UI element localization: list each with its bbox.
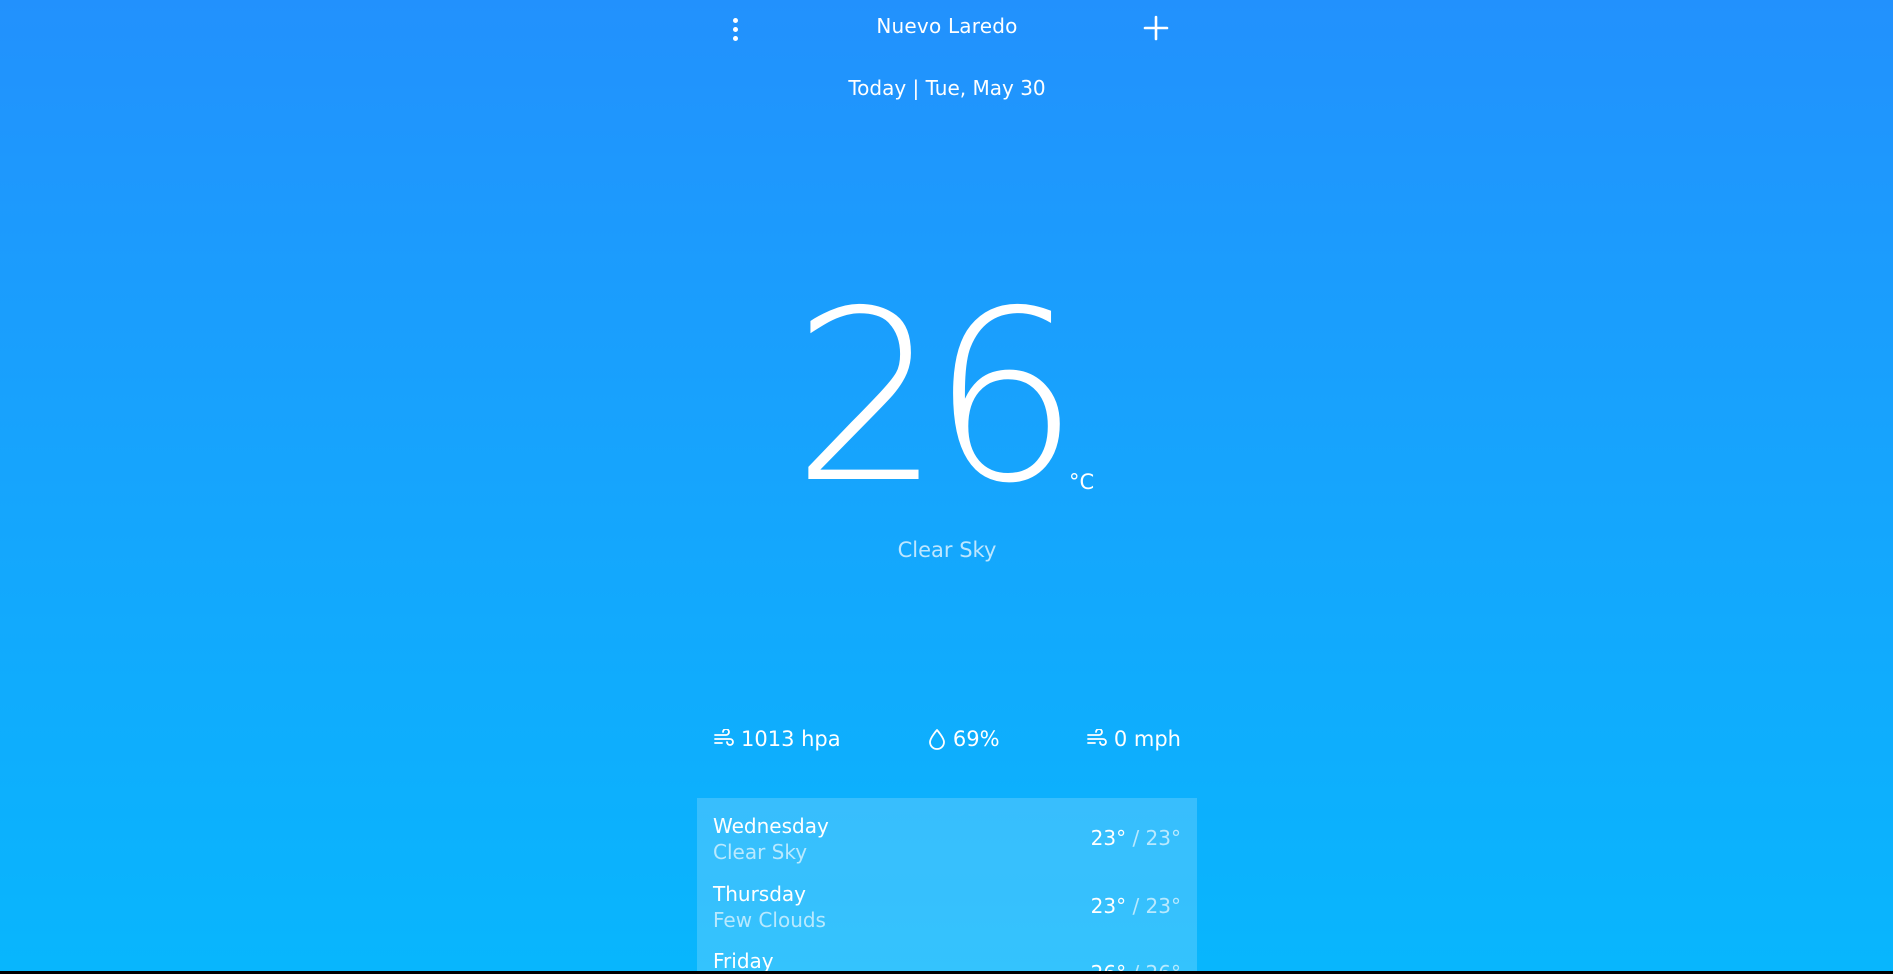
- forecast-low: 23°: [1145, 894, 1181, 918]
- forecast-day: Wednesday: [713, 814, 829, 838]
- stat-wind: 0 mph: [1086, 727, 1181, 751]
- temp-separator: /: [1126, 961, 1145, 971]
- stat-pressure: 1013 hpa: [713, 727, 841, 751]
- forecast-temps: 26° / 26°: [1091, 961, 1181, 971]
- forecast-high: 23°: [1090, 826, 1127, 850]
- temperature-unit: °C: [1069, 470, 1095, 494]
- stat-value: 69%: [952, 727, 1000, 751]
- stat-value: 0 mph: [1113, 727, 1181, 751]
- date-line: Today | Tue, May 30: [848, 76, 1046, 100]
- stat-humidity: 69%: [927, 727, 1000, 751]
- forecast-row[interactable]: Friday 26° / 26°: [713, 933, 1181, 971]
- city-name: Nuevo Laredo: [876, 14, 1018, 38]
- current-temperature: 26 °C: [697, 260, 1197, 535]
- forecast-high: 23°: [1090, 894, 1127, 918]
- weather-screen: Nuevo Laredo Today | Tue, May 30 26 °C C…: [0, 0, 1893, 971]
- temp-separator: /: [1126, 894, 1146, 918]
- forecast-low: 23°: [1145, 826, 1181, 850]
- wind-icon: [1086, 729, 1108, 749]
- droplet-icon: [927, 728, 947, 750]
- wind-icon: [713, 729, 735, 749]
- menu-dot: [732, 35, 738, 41]
- menu-dot: [732, 17, 738, 23]
- forecast-condition: Clear Sky: [713, 840, 808, 864]
- current-condition: Clear Sky: [897, 538, 997, 562]
- forecast-condition: Few Clouds: [713, 908, 826, 932]
- forecast-temps: 23° / 23°: [1091, 894, 1181, 918]
- menu-dot: [732, 26, 738, 32]
- forecast-row[interactable]: Thursday Few Clouds 23° / 23°: [713, 866, 1181, 932]
- weather-stats: 1013 hpa 69% 0 mph: [713, 724, 1181, 754]
- forecast-row[interactable]: Wednesday Clear Sky 23° / 23°: [713, 798, 1181, 864]
- forecast-day: Friday: [713, 949, 774, 971]
- forecast-day: Thursday: [713, 882, 806, 906]
- plus-icon[interactable]: [1141, 13, 1171, 43]
- stat-value: 1013 hpa: [741, 727, 841, 751]
- forecast-list: Wednesday Clear Sky 23° / 23° Thursday F…: [697, 798, 1197, 971]
- header: Nuevo Laredo: [697, 0, 1197, 56]
- weather-app: Nuevo Laredo Today | Tue, May 30 26 °C C…: [697, 0, 1197, 971]
- temperature-value: 26: [792, 260, 1080, 535]
- forecast-low: 26°: [1146, 961, 1181, 971]
- temp-separator: /: [1126, 826, 1146, 850]
- forecast-temps: 23° / 23°: [1091, 826, 1181, 850]
- more-vertical-icon[interactable]: [725, 14, 745, 44]
- forecast-high: 26°: [1091, 961, 1126, 971]
